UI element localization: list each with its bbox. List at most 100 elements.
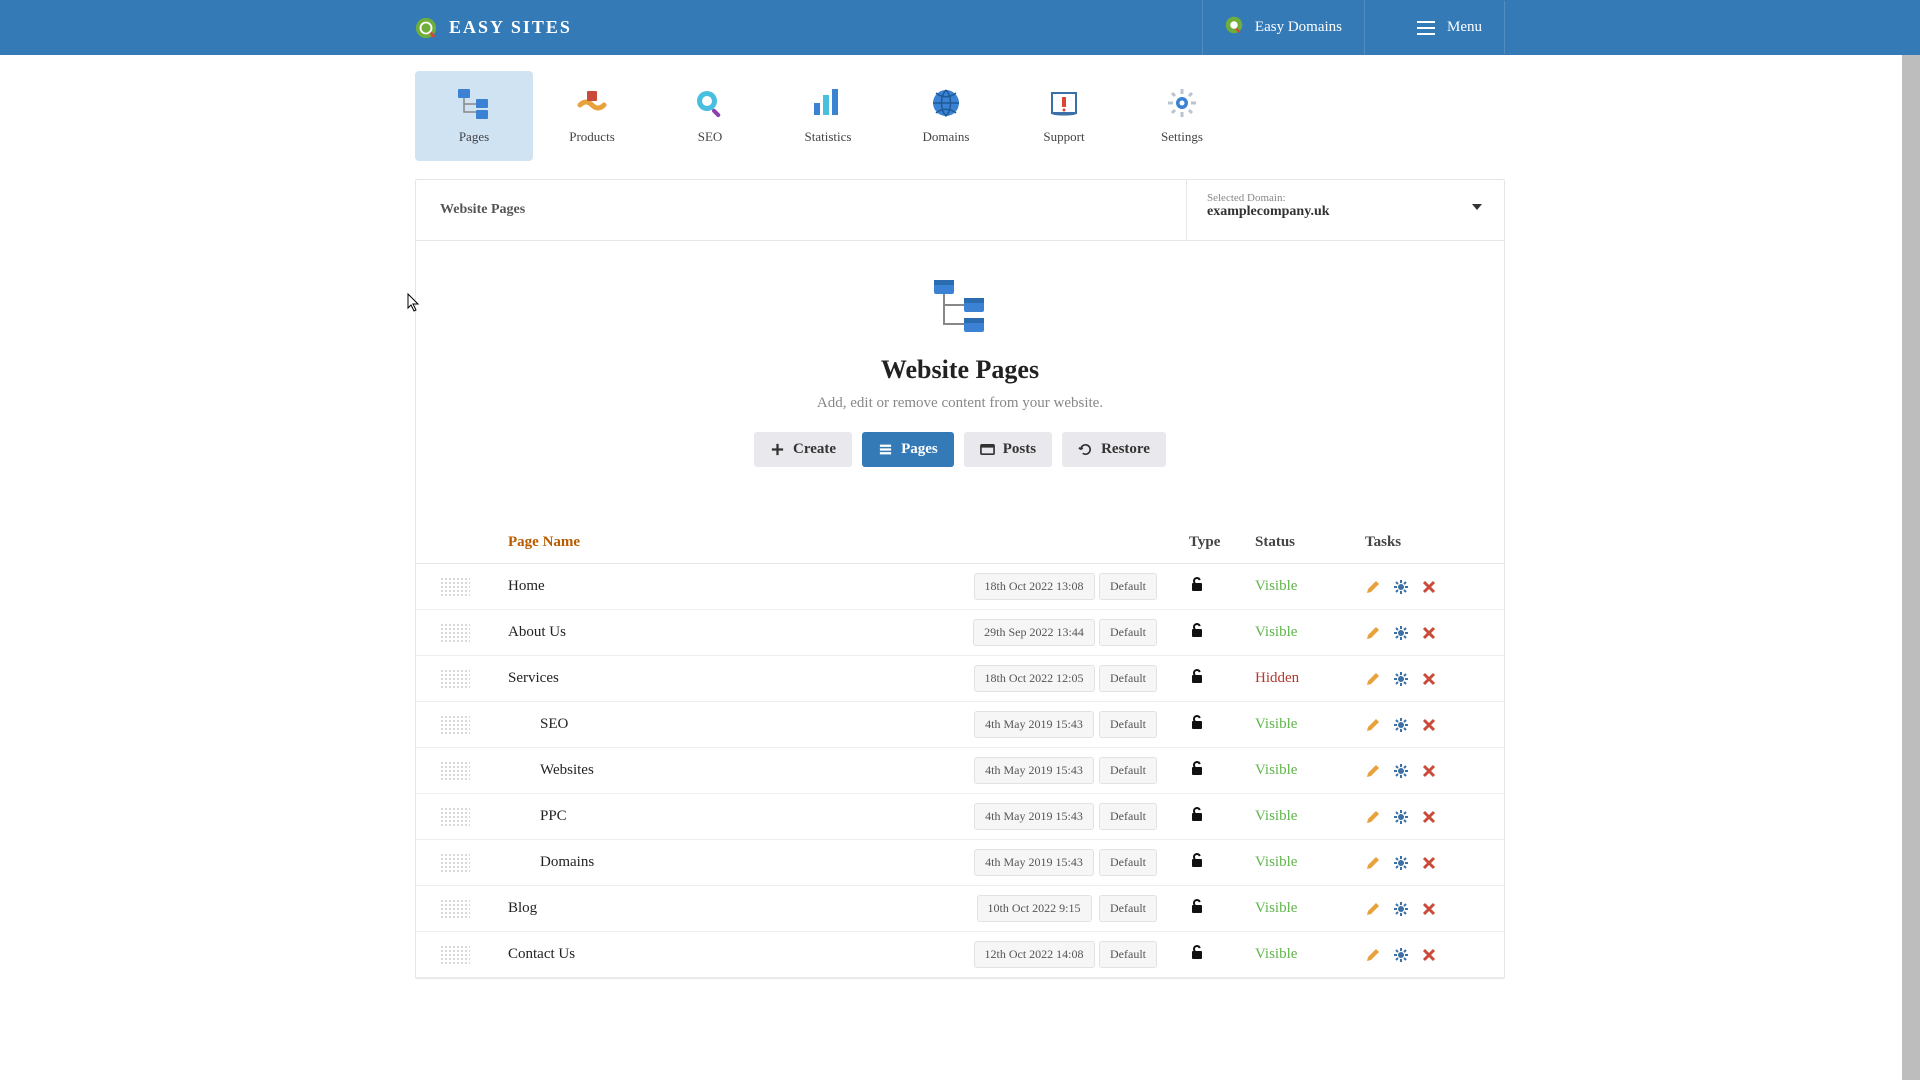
nav-menu[interactable]: Menu bbox=[1395, 1, 1505, 54]
easy-domains-icon bbox=[1225, 16, 1243, 39]
settings-icon[interactable] bbox=[1393, 579, 1409, 595]
drag-handle[interactable] bbox=[440, 853, 540, 873]
restore-icon bbox=[1078, 442, 1093, 457]
table-header: Page Name Type Status Tasks bbox=[416, 522, 1504, 564]
page-template: Default bbox=[1099, 619, 1189, 646]
page-name[interactable]: Home bbox=[508, 578, 969, 595]
page-tasks bbox=[1365, 901, 1480, 917]
edit-icon[interactable] bbox=[1365, 901, 1381, 917]
page-template: Default bbox=[1099, 711, 1189, 738]
table-row: SEO4th May 2019 15:43DefaultVisible bbox=[416, 702, 1504, 748]
delete-icon[interactable] bbox=[1421, 625, 1437, 641]
create-button[interactable]: Create bbox=[754, 432, 852, 467]
edit-icon[interactable] bbox=[1365, 855, 1381, 871]
page-name[interactable]: Services bbox=[508, 670, 969, 687]
unlock-icon bbox=[1189, 898, 1205, 914]
page-name[interactable]: Domains bbox=[540, 854, 969, 871]
settings-icon[interactable] bbox=[1393, 809, 1409, 825]
settings-icon[interactable] bbox=[1393, 763, 1409, 779]
settings-icon[interactable] bbox=[1393, 901, 1409, 917]
domain-selector[interactable]: Selected Domain: examplecompany.uk bbox=[1186, 180, 1504, 240]
page-tasks bbox=[1365, 763, 1480, 779]
delete-icon[interactable] bbox=[1421, 579, 1437, 595]
page-date: 12th Oct 2022 14:08 bbox=[969, 941, 1099, 968]
edit-icon[interactable] bbox=[1365, 671, 1381, 687]
edit-icon[interactable] bbox=[1365, 717, 1381, 733]
page-name[interactable]: About Us bbox=[508, 624, 969, 641]
col-name[interactable]: Page Name bbox=[508, 534, 969, 551]
page-tasks bbox=[1365, 579, 1480, 595]
posts-button[interactable]: Posts bbox=[964, 432, 1052, 467]
restore-button[interactable]: Restore bbox=[1062, 432, 1166, 467]
col-type[interactable]: Type bbox=[1189, 534, 1255, 551]
page-type bbox=[1189, 852, 1255, 873]
products-icon bbox=[574, 87, 610, 119]
settings-icon[interactable] bbox=[1393, 855, 1409, 871]
col-tasks[interactable]: Tasks bbox=[1365, 534, 1480, 551]
delete-icon[interactable] bbox=[1421, 855, 1437, 871]
pages-button[interactable]: Pages bbox=[862, 432, 954, 467]
delete-icon[interactable] bbox=[1421, 947, 1437, 963]
page-name[interactable]: Blog bbox=[508, 900, 969, 917]
settings-icon[interactable] bbox=[1393, 717, 1409, 733]
page-name[interactable]: Websites bbox=[540, 762, 969, 779]
delete-icon[interactable] bbox=[1421, 763, 1437, 779]
drag-handle[interactable] bbox=[440, 807, 540, 827]
scrollbar-thumb[interactable] bbox=[1902, 0, 1920, 55]
list-icon bbox=[878, 442, 893, 457]
tab-products[interactable]: Products bbox=[533, 71, 651, 161]
tab-seo[interactable]: SEO bbox=[651, 71, 769, 161]
nav-easy-domains[interactable]: Easy Domains bbox=[1202, 0, 1365, 57]
edit-icon[interactable] bbox=[1365, 947, 1381, 963]
page-status: Visible bbox=[1255, 900, 1365, 917]
plus-icon bbox=[770, 442, 785, 457]
delete-icon[interactable] bbox=[1421, 809, 1437, 825]
tab-settings[interactable]: Settings bbox=[1123, 71, 1241, 161]
delete-icon[interactable] bbox=[1421, 901, 1437, 917]
page-tasks bbox=[1365, 809, 1480, 825]
tab-support[interactable]: Support bbox=[1005, 71, 1123, 161]
drag-handle[interactable] bbox=[440, 577, 508, 597]
page-name[interactable]: PPC bbox=[540, 808, 969, 825]
tab-domains[interactable]: Domains bbox=[887, 71, 1005, 161]
edit-icon[interactable] bbox=[1365, 809, 1381, 825]
settings-icon[interactable] bbox=[1393, 671, 1409, 687]
settings-icon[interactable] bbox=[1393, 625, 1409, 641]
table-row: Home18th Oct 2022 13:08DefaultVisible bbox=[416, 564, 1504, 610]
page-status: Visible bbox=[1255, 854, 1365, 871]
tab-statistics[interactable]: Statistics bbox=[769, 71, 887, 161]
delete-icon[interactable] bbox=[1421, 717, 1437, 733]
drag-handle[interactable] bbox=[440, 623, 508, 643]
page-tasks bbox=[1365, 671, 1480, 687]
edit-icon[interactable] bbox=[1365, 625, 1381, 641]
drag-handle[interactable] bbox=[440, 669, 508, 689]
support-icon bbox=[1046, 87, 1082, 119]
scrollbar-track[interactable] bbox=[1902, 0, 1920, 1080]
col-status[interactable]: Status bbox=[1255, 534, 1365, 551]
brand[interactable]: EASY SITES bbox=[415, 17, 572, 39]
page-date: 4th May 2019 15:43 bbox=[969, 711, 1099, 738]
drag-handle[interactable] bbox=[440, 899, 508, 919]
settings-icon[interactable] bbox=[1393, 947, 1409, 963]
page-type bbox=[1189, 898, 1255, 919]
page-template: Default bbox=[1099, 803, 1189, 830]
drag-handle[interactable] bbox=[440, 945, 508, 965]
page-subtitle: Add, edit or remove content from your we… bbox=[416, 395, 1504, 412]
page-date: 4th May 2019 15:43 bbox=[969, 803, 1099, 830]
posts-icon bbox=[980, 442, 995, 457]
drag-handle[interactable] bbox=[440, 715, 540, 735]
page-date: 29th Sep 2022 13:44 bbox=[969, 619, 1099, 646]
nav-easy-domains-label: Easy Domains bbox=[1255, 19, 1342, 36]
unlock-icon bbox=[1189, 944, 1205, 960]
page-status: Visible bbox=[1255, 578, 1365, 595]
table-row: Services18th Oct 2022 12:05DefaultHidden bbox=[416, 656, 1504, 702]
tab-pages[interactable]: Pages bbox=[415, 71, 533, 161]
page-name[interactable]: Contact Us bbox=[508, 946, 969, 963]
drag-handle[interactable] bbox=[440, 761, 540, 781]
edit-icon[interactable] bbox=[1365, 763, 1381, 779]
delete-icon[interactable] bbox=[1421, 671, 1437, 687]
page-name[interactable]: SEO bbox=[540, 716, 969, 733]
tab-label: SEO bbox=[698, 129, 723, 145]
edit-icon[interactable] bbox=[1365, 579, 1381, 595]
page-tasks bbox=[1365, 717, 1480, 733]
